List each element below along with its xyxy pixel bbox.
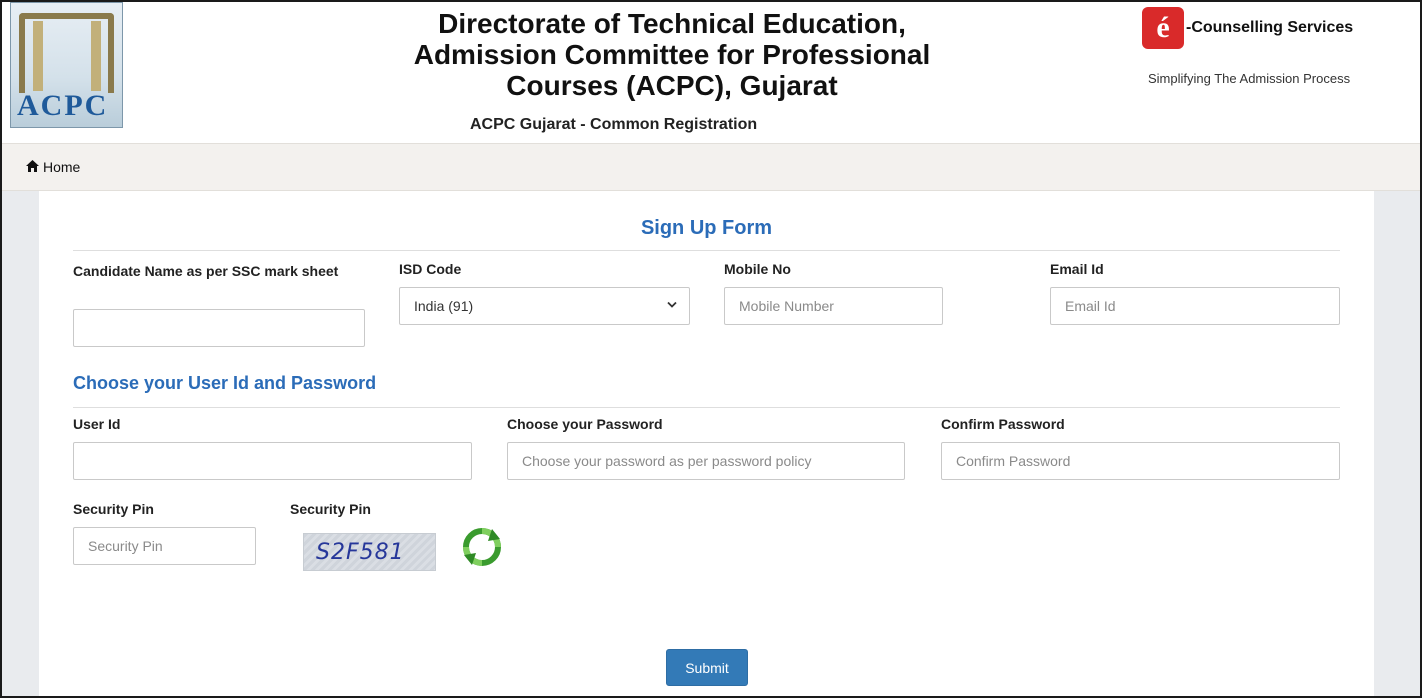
page-title: Directorate of Technical Education, Admi…	[372, 8, 972, 101]
credentials-divider	[73, 407, 1340, 408]
email-input[interactable]	[1050, 287, 1340, 325]
brand-tagline: Simplifying The Admission Process	[1148, 71, 1351, 86]
e-counselling-logo: é -Counselling Services Simplifying The …	[1122, 7, 1420, 97]
userid-label: User Id	[73, 416, 121, 432]
candidate-name-label: Candidate Name as per SSC mark sheet	[73, 263, 339, 279]
isd-code-select[interactable]: India (91)	[399, 287, 690, 325]
home-link[interactable]: Home	[26, 159, 80, 175]
confirm-password-label: Confirm Password	[941, 416, 1065, 432]
captcha-image: S2F581	[303, 533, 436, 571]
logo-pillar-right	[91, 21, 101, 91]
candidate-name-input[interactable]	[73, 309, 365, 347]
home-icon	[26, 159, 39, 175]
logo-pillar-left	[33, 21, 43, 91]
security-pin-input[interactable]	[73, 527, 256, 565]
confirm-password-input[interactable]	[941, 442, 1340, 480]
isd-selected-value: India (91)	[414, 298, 474, 314]
refresh-icon[interactable]	[462, 527, 502, 567]
submit-button[interactable]: Submit	[666, 649, 748, 686]
isd-code-label: ISD Code	[399, 261, 462, 277]
title-line-2: Admission Committee for Professional	[413, 39, 931, 70]
credentials-title: Choose your User Id and Password	[73, 373, 377, 393]
e-counselling-icon: é	[1142, 7, 1184, 49]
mobile-input[interactable]	[724, 287, 943, 325]
brand-name: -Counselling Services	[1186, 19, 1354, 36]
title-line-1: Directorate of Technical Education,	[438, 8, 906, 39]
captcha-label: Security Pin	[290, 501, 371, 517]
userid-input[interactable]	[73, 442, 472, 480]
acpc-logo: ACPC	[10, 2, 123, 128]
navbar: Home	[2, 143, 1420, 191]
mobile-label: Mobile No	[724, 261, 791, 277]
signup-form: Sign Up Form Candidate Name as per SSC m…	[39, 191, 1374, 696]
page-subtitle: ACPC Gujarat - Common Registration	[470, 116, 758, 133]
page-frame: ACPC Directorate of Technical Education,…	[0, 0, 1422, 698]
chevron-down-icon	[667, 298, 677, 312]
home-label: Home	[43, 159, 81, 175]
title-divider	[73, 250, 1340, 251]
title-line-3: Courses (ACPC), Gujarat	[506, 70, 838, 101]
form-title: Sign Up Form	[640, 217, 773, 239]
logo-text: ACPC	[17, 89, 109, 122]
header: ACPC Directorate of Technical Education,…	[2, 2, 1420, 143]
password-label: Choose your Password	[507, 416, 663, 432]
security-pin-label: Security Pin	[73, 501, 154, 517]
email-label: Email Id	[1050, 261, 1104, 277]
password-input[interactable]	[507, 442, 905, 480]
